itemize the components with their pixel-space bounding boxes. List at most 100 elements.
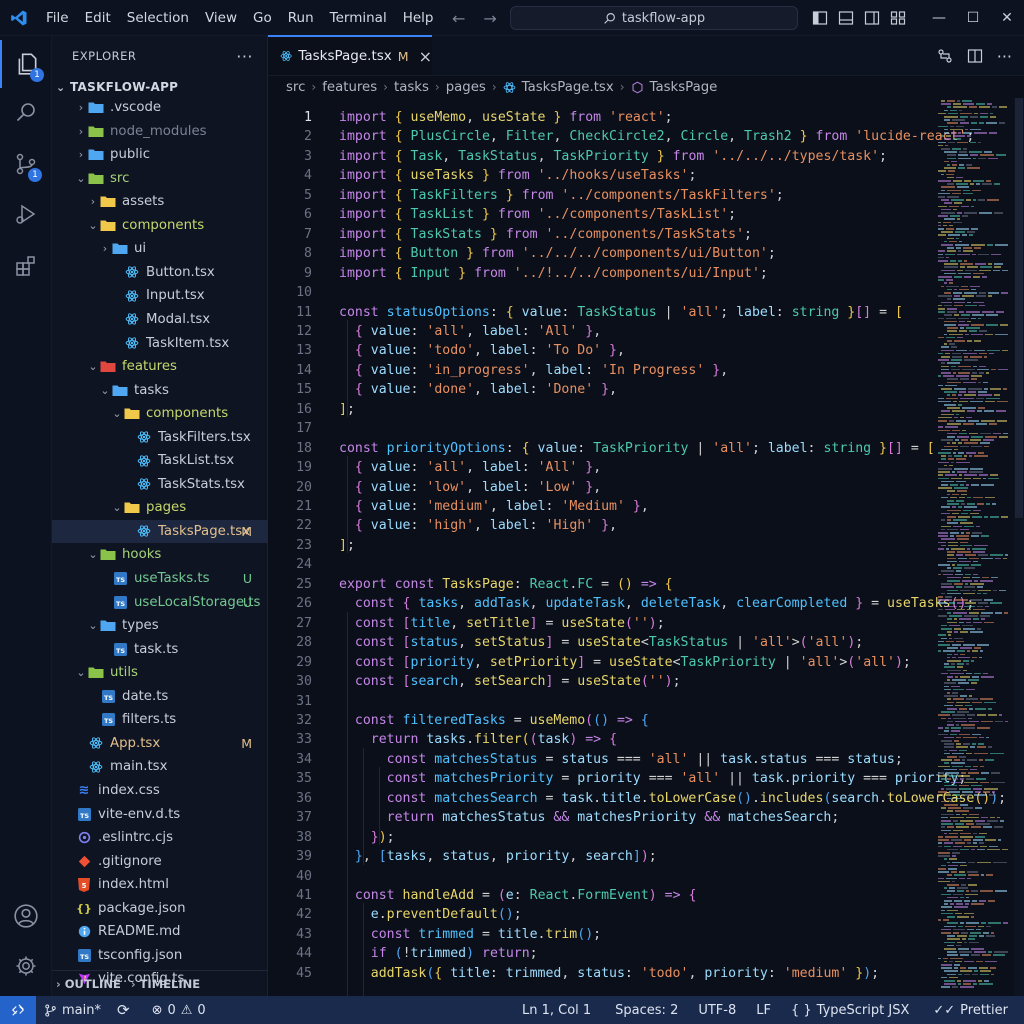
tree-item[interactable]: ⌄ types xyxy=(52,614,268,637)
tree-item[interactable]: Modal.tsx xyxy=(52,308,268,331)
code-line[interactable]: 44 if (!trimmed) return; xyxy=(268,944,938,964)
tab-close-icon[interactable]: × xyxy=(419,47,432,66)
tree-item[interactable]: TaskItem.tsx xyxy=(52,332,268,355)
editor-scrollbar[interactable] xyxy=(1014,98,1024,996)
code-line[interactable]: 13 { value: 'todo', label: 'To Do' }, xyxy=(268,341,938,361)
code-line[interactable]: 11 const statusOptions: { value: TaskStat… xyxy=(268,303,938,323)
code-line[interactable]: 16]; xyxy=(268,400,938,420)
extensions-activity[interactable] xyxy=(0,242,52,290)
menu-run[interactable]: Run xyxy=(280,0,322,36)
code-line[interactable]: 9 import { Input } from '../!../../compon… xyxy=(268,264,938,284)
code-line[interactable]: 26 const { tasks, addTask, updateTask, d… xyxy=(268,594,974,614)
tree-item[interactable]: TaskFilters.tsx xyxy=(52,426,268,449)
code-line[interactable]: 23]; xyxy=(268,536,938,556)
code-line[interactable]: 41 const handleAdd = (e: React.FormEvent… xyxy=(268,886,938,906)
menu-terminal[interactable]: Terminal xyxy=(322,0,395,36)
tree-item[interactable]: › .vscode xyxy=(52,96,268,119)
code-line[interactable]: 36 const matchesSearch = task.title.toLo… xyxy=(268,789,1006,809)
minimize-icon[interactable]: — xyxy=(922,0,956,36)
breadcrumb-tasks[interactable]: tasks xyxy=(394,80,429,95)
code-line[interactable]: 43 const trimmed = title.trim(); xyxy=(268,925,938,945)
code-line[interactable]: 31 xyxy=(268,692,938,712)
indentation[interactable]: Spaces: 2 xyxy=(607,1003,686,1018)
toggle-secondary-sidebar-icon[interactable] xyxy=(864,10,880,26)
tree-item[interactable]: TS task.ts xyxy=(52,638,268,661)
code-line[interactable]: 22 { value: 'high', label: 'High' }, xyxy=(268,516,938,536)
code-line[interactable]: 2 import { PlusCircle, Filter, CheckCircl… xyxy=(268,127,974,147)
tab-taskspage[interactable]: TasksPage.tsx M × xyxy=(268,35,432,75)
minimap[interactable] xyxy=(936,98,1012,996)
open-changes-icon[interactable] xyxy=(937,48,953,64)
code-line[interactable]: 20 { value: 'low', label: 'Low' }, xyxy=(268,478,938,498)
code-line[interactable]: 25 export const TasksPage: React.FC = () … xyxy=(268,575,938,595)
customize-layout-icon[interactable] xyxy=(890,10,906,26)
tree-item[interactable]: TS useTasks.ts U xyxy=(52,567,268,590)
code-line[interactable]: 34 const matchesStatus = status === 'all… xyxy=(268,750,938,770)
outline-section[interactable]: › OUTLINE xyxy=(56,977,121,991)
code-line[interactable]: 45 addTask({ title: trimmed, status: 'to… xyxy=(268,964,938,984)
code-line[interactable]: 12 { value: 'all', label: 'All' }, xyxy=(268,322,938,342)
accounts-activity[interactable] xyxy=(0,892,52,940)
tree-item[interactable]: ⌄ tasks xyxy=(52,379,268,402)
command-center[interactable]: taskflow-app xyxy=(510,6,798,30)
menu-edit[interactable]: Edit xyxy=(77,0,119,36)
code-line[interactable]: 15 { value: 'done', label: 'Done' }, xyxy=(268,380,938,400)
tree-item[interactable]: App.tsx M xyxy=(52,732,268,755)
workspace-root[interactable]: ⌄ TASKFLOW-APP xyxy=(52,76,267,98)
code-line[interactable]: 37 return matchesStatus && matchesPriori… xyxy=(268,808,938,828)
search-activity[interactable] xyxy=(0,88,52,136)
tree-item[interactable]: {} package.json xyxy=(52,897,268,920)
run-debug-activity[interactable] xyxy=(0,190,52,238)
tree-item[interactable]: ⌄ utils xyxy=(52,661,268,684)
formatter[interactable]: ✓✓ Prettier xyxy=(925,1003,1016,1018)
breadcrumb-file[interactable]: TasksPage.tsx xyxy=(522,80,614,95)
code-line[interactable]: 24 xyxy=(268,555,938,575)
code-line[interactable]: 14 { value: 'in_progress', label: 'In Pr… xyxy=(268,361,938,381)
tree-item[interactable]: Button.tsx xyxy=(52,261,268,284)
code-line[interactable]: 32 const filteredTasks = useMemo(() => { xyxy=(268,711,938,731)
tree-item[interactable]: TS tsconfig.json xyxy=(52,944,268,967)
tree-item[interactable]: › public xyxy=(52,143,268,166)
code-line[interactable]: 28 const [status, setStatus] = useState<… xyxy=(268,633,938,653)
source-control-activity[interactable]: 1 xyxy=(0,140,52,188)
code-line[interactable]: 17 xyxy=(268,419,938,439)
timeline-section[interactable]: › TIMELINE xyxy=(131,977,200,991)
tree-item[interactable]: TasksPage.tsx M xyxy=(52,519,268,543)
code-line[interactable]: 21 { value: 'medium', label: 'Medium' }, xyxy=(268,497,938,517)
close-window-icon[interactable]: ✕ xyxy=(990,0,1024,36)
tree-item[interactable]: .eslintrc.cjs xyxy=(52,826,268,849)
code-line[interactable]: 27 const [title, setTitle] = useState(''… xyxy=(268,614,938,634)
tree-item[interactable]: Input.tsx xyxy=(52,284,268,307)
tree-item[interactable]: ⌄ pages xyxy=(52,496,268,519)
tree-item[interactable]: ⌄ src xyxy=(52,167,268,190)
forward-arrow-icon[interactable]: → xyxy=(483,9,496,28)
code-line[interactable]: 40 xyxy=(268,867,938,887)
code-line[interactable]: 35 const matchesPriority = priority === … xyxy=(268,769,966,789)
tree-item[interactable]: TS useLocalStorage.ts U xyxy=(52,591,268,614)
code-line[interactable]: 3 import { Task, TaskStatus, TaskPriority… xyxy=(268,147,938,167)
tree-item[interactable]: › ui xyxy=(52,237,268,260)
menu-file[interactable]: File xyxy=(38,0,77,36)
code-line[interactable]: 38 }); xyxy=(268,828,938,848)
encoding[interactable]: UTF-8 xyxy=(690,1003,744,1018)
code-line[interactable]: 33 return tasks.filter((task) => { xyxy=(268,730,938,750)
tree-item[interactable]: 5 index.html xyxy=(52,873,268,896)
back-arrow-icon[interactable]: ← xyxy=(452,9,465,28)
code-line[interactable]: 30 const [search, setSearch] = useState(… xyxy=(268,672,938,692)
scrollbar-thumb[interactable] xyxy=(1015,98,1023,518)
breadcrumb-src[interactable]: src xyxy=(286,80,305,95)
cursor-position[interactable]: Ln 1, Col 1 xyxy=(514,1003,599,1018)
code-line[interactable]: 42 e.preventDefault(); xyxy=(268,905,938,925)
menu-help[interactable]: Help xyxy=(395,0,442,36)
explorer-activity[interactable]: 1 xyxy=(0,40,52,88)
maximize-icon[interactable]: ☐ xyxy=(956,0,990,36)
code-line[interactable]: 1 import { useMemo, useState } from 'reac… xyxy=(268,108,938,128)
tree-item[interactable]: TS date.ts xyxy=(52,685,268,708)
code-line[interactable]: 10 xyxy=(268,283,938,303)
tree-item[interactable]: TaskList.tsx xyxy=(52,449,268,472)
breadcrumb-symbol[interactable]: TasksPage xyxy=(650,80,718,95)
code-line[interactable]: 8 import { Button } from '../../../compon… xyxy=(268,244,938,264)
tree-item[interactable]: TS vite-env.d.ts xyxy=(52,803,268,826)
tree-item[interactable]: ⌄ hooks xyxy=(52,543,268,566)
menu-view[interactable]: View xyxy=(197,0,245,36)
